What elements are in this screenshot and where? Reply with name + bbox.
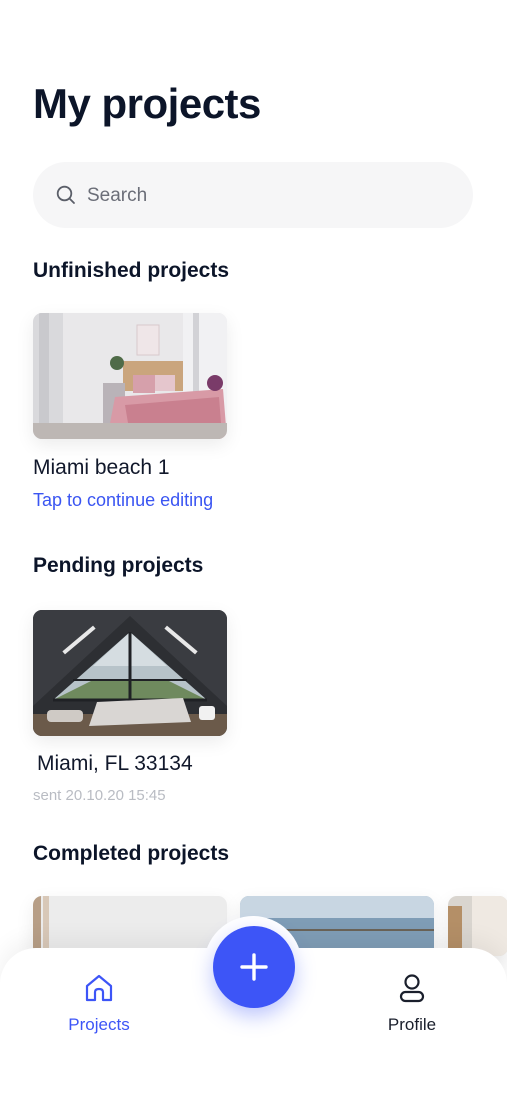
- interior-image: [448, 896, 507, 956]
- unfinished-projects-heading: Unfinished projects: [33, 259, 230, 282]
- bedroom-image: [33, 313, 227, 439]
- pending-project-sent-date: sent 20.10.20 15:45: [33, 787, 166, 804]
- plus-icon: [240, 953, 268, 981]
- nav-label-projects: Projects: [68, 1015, 130, 1034]
- completed-project-image-3[interactable]: [448, 896, 507, 956]
- projects-screen: My projects Unfinished projects Mi: [0, 0, 507, 1096]
- nav-item-projects[interactable]: Projects: [39, 972, 159, 1035]
- add-project-button[interactable]: [213, 926, 295, 1008]
- completed-projects-heading: Completed projects: [33, 842, 230, 865]
- page-title: My projects: [33, 80, 261, 127]
- search-bar[interactable]: [33, 162, 473, 230]
- unfinished-project-name[interactable]: Miami beach 1: [33, 456, 170, 480]
- unfinished-project-image[interactable]: [33, 313, 227, 439]
- pending-project-name[interactable]: Miami, FL 33134: [37, 752, 193, 776]
- continue-editing-link[interactable]: Tap to continue editing: [33, 490, 213, 511]
- attic-bedroom-image: [33, 610, 227, 736]
- pending-project-image[interactable]: [33, 610, 227, 736]
- completed-project-image-1[interactable]: [33, 896, 227, 956]
- profile-icon: [399, 974, 425, 1003]
- search-input[interactable]: [85, 162, 449, 230]
- nav-label-profile: Profile: [387, 1015, 437, 1034]
- pending-projects-heading: Pending projects: [33, 554, 204, 577]
- search-icon: [56, 185, 75, 204]
- room-image: [33, 896, 227, 956]
- home-icon: [85, 974, 113, 1002]
- nav-item-profile[interactable]: Profile: [352, 972, 472, 1035]
